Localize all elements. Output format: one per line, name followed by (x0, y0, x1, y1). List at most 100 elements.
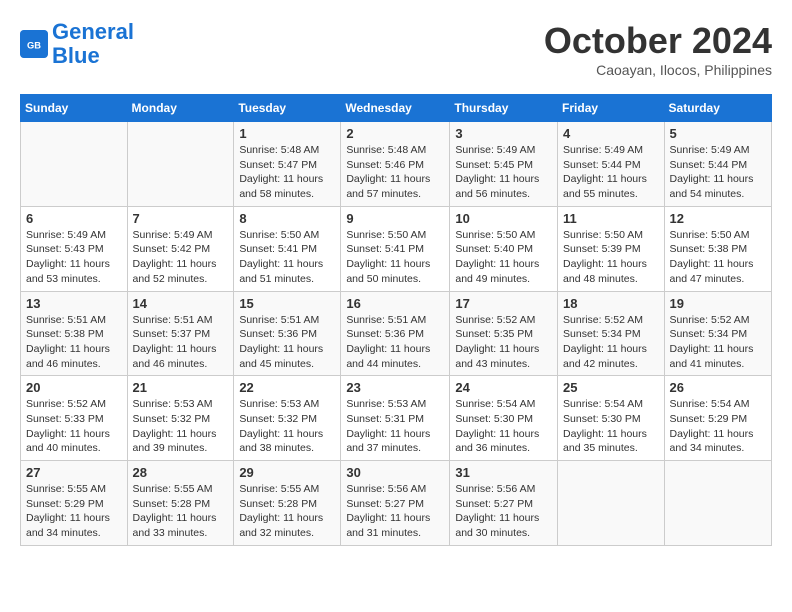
calendar-week-row: 27 Sunrise: 5:55 AMSunset: 5:29 PMDayligh… (21, 461, 772, 546)
day-number: 6 (26, 211, 122, 226)
calendar-cell: 28 Sunrise: 5:55 AMSunset: 5:28 PMDayligh… (127, 461, 234, 546)
day-number: 7 (133, 211, 229, 226)
calendar-cell: 16Sunrise: 5:51 AMSunset: 5:36 PMDayligh… (341, 291, 450, 376)
calendar-cell: 19 Sunrise: 5:52 AMSunset: 5:34 PMDayligh… (664, 291, 771, 376)
day-number: 17 (455, 296, 552, 311)
calendar-cell: 12 Sunrise: 5:50 AMSunset: 5:38 PMDayligh… (664, 206, 771, 291)
day-number: 30 (346, 465, 444, 480)
day-number: 5 (670, 126, 766, 141)
calendar-cell: 25 Sunrise: 5:54 AMSunset: 5:30 PMDayligh… (558, 376, 665, 461)
weekday-header-tuesday: Tuesday (234, 95, 341, 122)
calendar-cell: 17 Sunrise: 5:52 AMSunset: 5:35 PMDayligh… (450, 291, 558, 376)
day-info: Sunrise: 5:52 AMSunset: 5:33 PMDaylight:… (26, 397, 122, 456)
calendar-cell: 5 Sunrise: 5:49 AMSunset: 5:44 PMDaylight… (664, 122, 771, 207)
weekday-header-wednesday: Wednesday (341, 95, 450, 122)
title-block: October 2024 Caoayan, Ilocos, Philippine… (544, 20, 772, 78)
calendar-cell: 8Sunrise: 5:50 AMSunset: 5:41 PMDaylight… (234, 206, 341, 291)
day-info: Sunrise: 5:55 AMSunset: 5:28 PMDaylight:… (133, 482, 229, 541)
calendar-week-row: 1Sunrise: 5:48 AMSunset: 5:47 PMDaylight… (21, 122, 772, 207)
month-title: October 2024 (544, 20, 772, 62)
day-info: Sunrise: 5:52 AMSunset: 5:35 PMDaylight:… (455, 313, 552, 372)
calendar-cell: 1Sunrise: 5:48 AMSunset: 5:47 PMDaylight… (234, 122, 341, 207)
calendar-cell: 10 Sunrise: 5:50 AMSunset: 5:40 PMDayligh… (450, 206, 558, 291)
day-number: 9 (346, 211, 444, 226)
calendar-cell (664, 461, 771, 546)
day-number: 13 (26, 296, 122, 311)
day-info: Sunrise: 5:50 AMSunset: 5:39 PMDaylight:… (563, 228, 659, 287)
day-info: Sunrise: 5:52 AMSunset: 5:34 PMDaylight:… (670, 313, 766, 372)
page-header: GB GeneralBlue October 2024 Caoayan, Ilo… (20, 20, 772, 78)
calendar-cell: 22 Sunrise: 5:53 AMSunset: 5:32 PMDayligh… (234, 376, 341, 461)
calendar-cell: 2Sunrise: 5:48 AMSunset: 5:46 PMDaylight… (341, 122, 450, 207)
day-info: Sunrise: 5:49 AMSunset: 5:44 PMDaylight:… (563, 143, 659, 202)
calendar-cell: 23 Sunrise: 5:53 AMSunset: 5:31 PMDayligh… (341, 376, 450, 461)
calendar-cell: 13 Sunrise: 5:51 AMSunset: 5:38 PMDayligh… (21, 291, 128, 376)
day-number: 29 (239, 465, 335, 480)
svg-text:GB: GB (27, 41, 41, 51)
day-number: 15 (239, 296, 335, 311)
day-number: 22 (239, 380, 335, 395)
day-number: 31 (455, 465, 552, 480)
day-number: 2 (346, 126, 444, 141)
logo: GB GeneralBlue (20, 20, 134, 68)
calendar-cell: 3 Sunrise: 5:49 AMSunset: 5:45 PMDaylight… (450, 122, 558, 207)
logo-text: GeneralBlue (52, 20, 134, 68)
weekday-header-friday: Friday (558, 95, 665, 122)
day-number: 20 (26, 380, 122, 395)
day-number: 23 (346, 380, 444, 395)
day-info: Sunrise: 5:50 AMSunset: 5:38 PMDaylight:… (670, 228, 766, 287)
day-number: 24 (455, 380, 552, 395)
day-info: Sunrise: 5:49 AMSunset: 5:44 PMDaylight:… (670, 143, 766, 202)
calendar-week-row: 6 Sunrise: 5:49 AMSunset: 5:43 PMDaylight… (21, 206, 772, 291)
day-info: Sunrise: 5:53 AMSunset: 5:32 PMDaylight:… (239, 397, 335, 456)
weekday-header-sunday: Sunday (21, 95, 128, 122)
calendar-cell: 30 Sunrise: 5:56 AMSunset: 5:27 PMDayligh… (341, 461, 450, 546)
day-info: Sunrise: 5:51 AMSunset: 5:37 PMDaylight:… (133, 313, 229, 372)
calendar-cell: 4 Sunrise: 5:49 AMSunset: 5:44 PMDaylight… (558, 122, 665, 207)
day-number: 10 (455, 211, 552, 226)
day-number: 12 (670, 211, 766, 226)
calendar-cell: 26 Sunrise: 5:54 AMSunset: 5:29 PMDayligh… (664, 376, 771, 461)
weekday-header-monday: Monday (127, 95, 234, 122)
day-info: Sunrise: 5:56 AMSunset: 5:27 PMDaylight:… (455, 482, 552, 541)
day-info: Sunrise: 5:51 AMSunset: 5:38 PMDaylight:… (26, 313, 122, 372)
calendar-cell (127, 122, 234, 207)
day-info: Sunrise: 5:49 AMSunset: 5:45 PMDaylight:… (455, 143, 552, 202)
day-number: 27 (26, 465, 122, 480)
calendar-cell: 15Sunrise: 5:51 AMSunset: 5:36 PMDayligh… (234, 291, 341, 376)
day-info: Sunrise: 5:53 AMSunset: 5:31 PMDaylight:… (346, 397, 444, 456)
day-number: 21 (133, 380, 229, 395)
day-info: Sunrise: 5:54 AMSunset: 5:30 PMDaylight:… (455, 397, 552, 456)
day-info: Sunrise: 5:50 AMSunset: 5:40 PMDaylight:… (455, 228, 552, 287)
day-info: Sunrise: 5:49 AMSunset: 5:42 PMDaylight:… (133, 228, 229, 287)
calendar-week-row: 13 Sunrise: 5:51 AMSunset: 5:38 PMDayligh… (21, 291, 772, 376)
day-info: Sunrise: 5:49 AMSunset: 5:43 PMDaylight:… (26, 228, 122, 287)
day-info: Sunrise: 5:54 AMSunset: 5:29 PMDaylight:… (670, 397, 766, 456)
day-number: 8 (239, 211, 335, 226)
day-number: 3 (455, 126, 552, 141)
day-number: 11 (563, 211, 659, 226)
day-number: 4 (563, 126, 659, 141)
day-number: 1 (239, 126, 335, 141)
calendar-cell: 11 Sunrise: 5:50 AMSunset: 5:39 PMDayligh… (558, 206, 665, 291)
logo-icon: GB (20, 30, 48, 58)
calendar-cell: 6 Sunrise: 5:49 AMSunset: 5:43 PMDaylight… (21, 206, 128, 291)
weekday-header-row: SundayMondayTuesdayWednesdayThursdayFrid… (21, 95, 772, 122)
day-number: 19 (670, 296, 766, 311)
day-number: 25 (563, 380, 659, 395)
weekday-header-thursday: Thursday (450, 95, 558, 122)
day-number: 16 (346, 296, 444, 311)
day-info: Sunrise: 5:55 AMSunset: 5:29 PMDaylight:… (26, 482, 122, 541)
day-number: 28 (133, 465, 229, 480)
calendar-cell: 21Sunrise: 5:53 AMSunset: 5:32 PMDayligh… (127, 376, 234, 461)
calendar-cell: 27 Sunrise: 5:55 AMSunset: 5:29 PMDayligh… (21, 461, 128, 546)
day-info: Sunrise: 5:50 AMSunset: 5:41 PMDaylight:… (346, 228, 444, 287)
calendar-cell: 20 Sunrise: 5:52 AMSunset: 5:33 PMDayligh… (21, 376, 128, 461)
day-info: Sunrise: 5:54 AMSunset: 5:30 PMDaylight:… (563, 397, 659, 456)
calendar-cell: 14 Sunrise: 5:51 AMSunset: 5:37 PMDayligh… (127, 291, 234, 376)
calendar-cell: 24 Sunrise: 5:54 AMSunset: 5:30 PMDayligh… (450, 376, 558, 461)
day-number: 26 (670, 380, 766, 395)
day-info: Sunrise: 5:56 AMSunset: 5:27 PMDaylight:… (346, 482, 444, 541)
location-subtitle: Caoayan, Ilocos, Philippines (544, 62, 772, 78)
day-number: 14 (133, 296, 229, 311)
